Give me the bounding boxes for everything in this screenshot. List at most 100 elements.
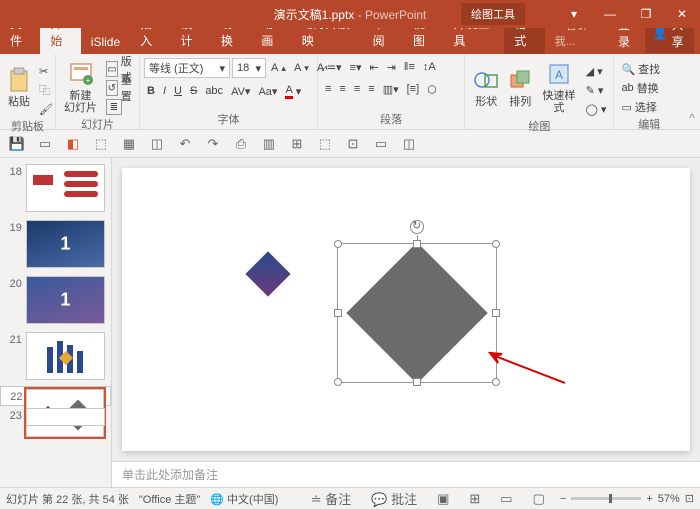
arrange-button[interactable]: 排列: [505, 58, 535, 116]
qat-btn[interactable]: ⊞: [288, 136, 306, 152]
qat-btn[interactable]: ▥: [260, 136, 278, 152]
font-size-select[interactable]: 18▾: [232, 58, 266, 78]
qat-btn[interactable]: ◧: [64, 136, 82, 152]
section-button[interactable]: ≣: [103, 98, 139, 116]
ribbon-options-icon[interactable]: ▾: [556, 0, 592, 28]
numbering-button[interactable]: ≡▾: [347, 58, 365, 76]
resize-handle[interactable]: [334, 309, 342, 317]
select-button[interactable]: ▭选择: [618, 98, 663, 116]
paste-button[interactable]: 粘贴: [4, 58, 34, 116]
reading-view-button[interactable]: ▭: [495, 491, 517, 507]
resize-handle[interactable]: [334, 378, 342, 386]
quick-styles-button[interactable]: A 快速样式: [537, 58, 580, 116]
align-text-button[interactable]: [≡]: [404, 80, 423, 98]
slideshow-view-button[interactable]: ▢: [528, 491, 550, 507]
minimize-button[interactable]: —: [592, 0, 628, 28]
align-center-button[interactable]: ≡: [336, 80, 348, 98]
sorter-view-button[interactable]: ⊞: [464, 491, 485, 507]
fit-window-button[interactable]: ⊡: [685, 492, 694, 505]
outline-icon: ✎: [586, 84, 595, 97]
indent-left-button[interactable]: ⇤: [366, 58, 381, 76]
thumb-19[interactable]: 191: [0, 218, 111, 274]
diamond-shape-selected[interactable]: [346, 242, 487, 383]
font-name-select[interactable]: 等线 (正文)▾: [144, 58, 230, 78]
undo-button[interactable]: ↶: [176, 136, 194, 152]
notes-toggle[interactable]: ≐ 备注: [306, 489, 357, 508]
shrink-font-button[interactable]: A▾: [291, 59, 312, 77]
qat-btn[interactable]: ▦: [120, 136, 138, 152]
underline-button[interactable]: U: [171, 82, 185, 100]
thumb-21[interactable]: 21: [0, 330, 111, 386]
format-painter-button[interactable]: 🖌: [36, 100, 56, 118]
qat-btn[interactable]: ⬚: [316, 136, 334, 152]
spacing-button[interactable]: AV▾: [228, 82, 253, 100]
zoom-out-button[interactable]: −: [560, 493, 566, 505]
resize-handle[interactable]: [334, 240, 342, 248]
qat-btn[interactable]: ⬚: [92, 136, 110, 152]
layout-icon: ▭: [106, 61, 118, 77]
reset-button[interactable]: ↺重置: [103, 79, 139, 97]
comments-toggle[interactable]: 💬 批注: [366, 489, 422, 508]
work-area: 18 191 201 21 22 23 .m: [0, 158, 700, 487]
slide-thumbnails[interactable]: 18 191 201 21 22 23: [0, 158, 112, 487]
resize-handle[interactable]: [413, 378, 421, 386]
bold-button[interactable]: B: [144, 82, 158, 100]
case-button[interactable]: Aa▾: [255, 82, 280, 100]
slide-stage[interactable]: .m: [112, 158, 700, 461]
notes-pane[interactable]: 单击此处添加备注: [112, 461, 700, 487]
close-button[interactable]: ✕: [664, 0, 700, 28]
smartart-button[interactable]: ⬡: [424, 80, 440, 98]
resize-handle[interactable]: [492, 240, 500, 248]
collapse-ribbon-button[interactable]: ^: [684, 54, 700, 129]
new-slide-button[interactable]: + 新建 幻灯片: [60, 58, 101, 116]
zoom-control[interactable]: − + 57% ⊡: [560, 492, 694, 505]
replace-button[interactable]: ab替换: [618, 79, 663, 97]
zoom-level[interactable]: 57%: [658, 493, 680, 505]
thumb-18[interactable]: 18: [0, 162, 111, 218]
qat-btn[interactable]: ⎙: [232, 136, 250, 152]
strike-button[interactable]: S: [187, 82, 200, 100]
text-direction-button[interactable]: ↕A: [420, 58, 439, 76]
slide[interactable]: .m: [122, 168, 690, 451]
qat-btn[interactable]: ▭: [372, 136, 390, 152]
contextual-tab-label: 绘图工具: [461, 3, 525, 25]
shape-effects-button[interactable]: ◯▾: [583, 100, 610, 118]
thumb-20[interactable]: 201: [0, 274, 111, 330]
thumb-22[interactable]: 22: [0, 386, 111, 406]
qat-btn[interactable]: ◫: [148, 136, 166, 152]
save-icon[interactable]: 💾: [8, 136, 26, 152]
font-color-button[interactable]: A▾: [282, 82, 304, 100]
slide-counter[interactable]: 幻灯片 第 22 张, 共 54 张: [6, 491, 129, 507]
qat-btn[interactable]: ◫: [400, 136, 418, 152]
resize-handle[interactable]: [413, 240, 421, 248]
resize-handle[interactable]: [492, 309, 500, 317]
columns-button[interactable]: ▥▾: [380, 80, 402, 98]
shapes-button[interactable]: 形状: [469, 58, 503, 116]
cut-button[interactable]: ✂: [36, 62, 56, 80]
zoom-in-button[interactable]: +: [646, 493, 652, 505]
shape-outline-button[interactable]: ✎▾: [583, 81, 610, 99]
bullets-button[interactable]: ≔▾: [322, 58, 345, 76]
align-right-button[interactable]: ≡: [351, 80, 363, 98]
qat-btn[interactable]: ▭: [36, 136, 54, 152]
restore-button[interactable]: ❐: [628, 0, 664, 28]
shape-fill-button[interactable]: ◢▾: [583, 62, 610, 80]
tab-islide[interactable]: iSlide: [81, 30, 130, 54]
diamond-shape-small[interactable]: [245, 251, 290, 296]
align-left-button[interactable]: ≡: [322, 80, 334, 98]
grow-font-button[interactable]: A▴: [268, 59, 289, 77]
justify-button[interactable]: ≡: [365, 80, 377, 98]
italic-button[interactable]: I: [160, 82, 169, 100]
language-indicator[interactable]: 🌐 中文(中国): [210, 491, 278, 507]
normal-view-button[interactable]: ▣: [432, 491, 454, 507]
indent-right-button[interactable]: ⇥: [384, 58, 399, 76]
rotate-handle[interactable]: [410, 220, 424, 234]
find-button[interactable]: 🔍查找: [618, 60, 663, 78]
copy-button[interactable]: ⿻: [36, 81, 56, 99]
zoom-slider[interactable]: [571, 497, 641, 500]
selection-box[interactable]: [337, 243, 497, 383]
qat-btn[interactable]: ⊡: [344, 136, 362, 152]
line-spacing-button[interactable]: ‖≡: [401, 58, 418, 76]
redo-button[interactable]: ↷: [204, 136, 222, 152]
shadow-button[interactable]: abc: [202, 82, 226, 100]
